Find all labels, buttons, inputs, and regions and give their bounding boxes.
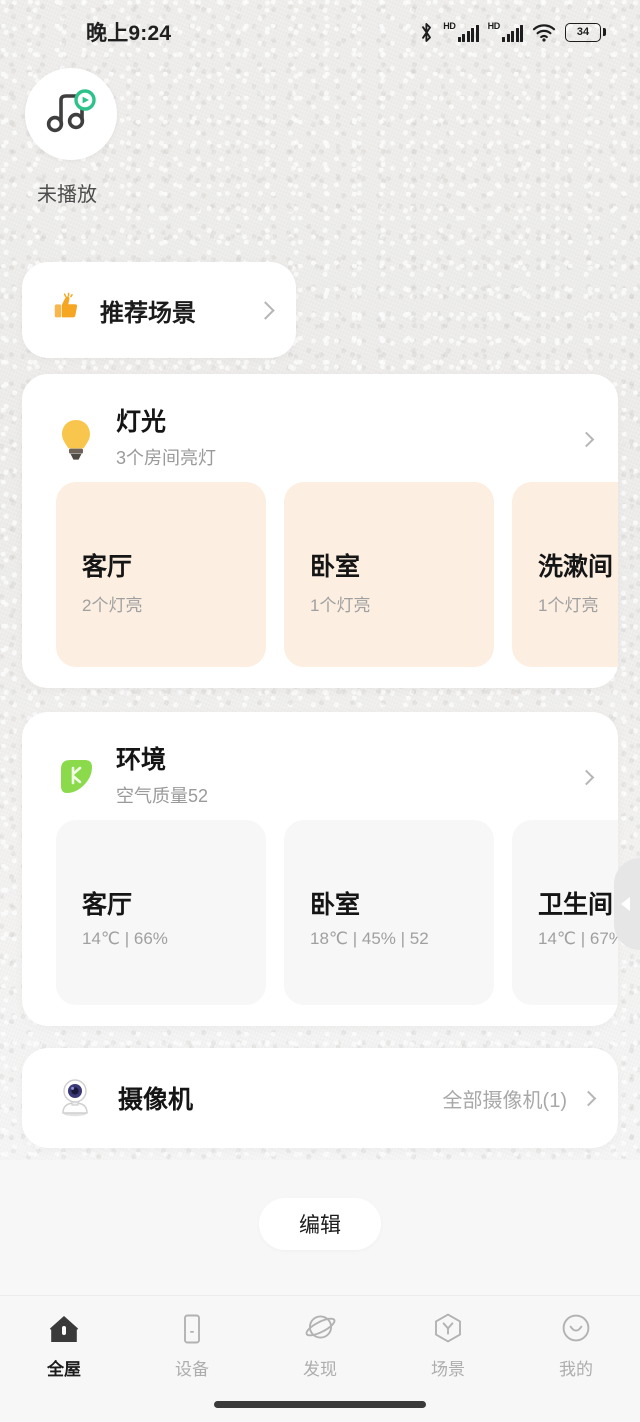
lights-card-title: 灯光 (116, 408, 167, 437)
lights-card-texts: 灯光 3个房间亮灯 (116, 408, 581, 470)
nav-item-whole-house[interactable]: 全屋 (0, 1312, 128, 1380)
recommended-scenes-card[interactable]: 推荐场景 (22, 262, 296, 358)
environment-room-name: 卫生间 (538, 891, 614, 919)
environment-room-name: 客厅 (82, 891, 133, 919)
chevron-right-icon[interactable] (580, 1090, 597, 1106)
thumbs-up-icon (50, 291, 82, 329)
wifi-icon (532, 23, 556, 42)
music-note-icon (46, 89, 96, 133)
light-room-name: 卧室 (310, 553, 361, 581)
environment-room-readings: 14℃ | 67% (538, 928, 618, 948)
hd-label-1: HD (443, 21, 456, 31)
lights-card-header[interactable]: 灯光 3个房间亮灯 (22, 374, 618, 478)
device-tablet-icon (175, 1312, 209, 1346)
recommended-scenes-label: 推荐场景 (100, 299, 196, 327)
status-bar: 晚上9:24 HD HD 34 (0, 0, 640, 64)
lights-room-tiles[interactable]: 客厅 2个灯亮 卧室 1个灯亮 洗漱间 1个灯亮 (22, 482, 618, 667)
environment-card-subtitle: 空气质量52 (116, 785, 209, 806)
light-room-tile[interactable]: 洗漱间 1个灯亮 (512, 482, 618, 667)
home-indicator[interactable] (214, 1401, 426, 1408)
environment-room-readings: 14℃ | 66% (82, 928, 168, 948)
nav-label-profile: 我的 (559, 1360, 593, 1379)
lights-card[interactable]: 灯光 3个房间亮灯 客厅 2个灯亮 卧室 1个灯亮 洗漱间 1个灯亮 (22, 374, 618, 688)
nav-item-scenes[interactable]: 场景 (384, 1312, 512, 1380)
light-room-status: 1个灯亮 (310, 595, 371, 615)
smiley-profile-icon (559, 1312, 593, 1346)
edit-button[interactable]: 编辑 (259, 1198, 381, 1250)
planet-icon (303, 1312, 337, 1346)
signal-hd-2-icon: HD (488, 22, 523, 42)
environment-card-texts: 环境 空气质量52 (116, 746, 581, 808)
environment-room-tile[interactable]: 客厅 14℃ | 66% (56, 820, 266, 1005)
nav-label-devices: 设备 (175, 1360, 209, 1379)
hexagon-scene-icon (431, 1312, 465, 1346)
music-status-label: 未播放 (37, 184, 97, 206)
camera-card[interactable]: 摄像机 全部摄像机(1) (22, 1048, 618, 1148)
environment-room-tile[interactable]: 卧室 18℃ | 45% | 52 (284, 820, 494, 1005)
environment-room-name: 卧室 (310, 891, 361, 919)
light-room-status: 2个灯亮 (82, 595, 143, 615)
music-widget[interactable]: 未播放 (25, 68, 117, 207)
light-room-tile[interactable]: 客厅 2个灯亮 (56, 482, 266, 667)
signal-hd-1-icon: HD (443, 21, 479, 42)
light-room-status: 1个灯亮 (538, 595, 599, 615)
chevron-right-icon[interactable] (578, 769, 595, 785)
environment-room-tiles[interactable]: 客厅 14℃ | 66% 卧室 18℃ | 45% | 52 卫生间 14℃ |… (22, 820, 618, 1005)
status-bar-time: 晚上9:24 (86, 22, 172, 45)
nav-label-scenes: 场景 (431, 1360, 465, 1379)
nav-item-devices[interactable]: 设备 (128, 1312, 256, 1380)
nav-label-discover: 发现 (303, 1360, 337, 1379)
nav-item-discover[interactable]: 发现 (256, 1312, 384, 1380)
environment-card[interactable]: 环境 空气质量52 客厅 14℃ | 66% 卧室 18℃ | 45% | 52… (22, 712, 618, 1026)
bluetooth-icon (422, 22, 432, 42)
light-room-name: 洗漱间 (538, 553, 614, 581)
environment-room-readings: 18℃ | 45% | 52 (310, 928, 429, 948)
triangle-left-icon (620, 897, 630, 911)
battery-icon: 34 (565, 22, 606, 42)
green-leaf-icon (52, 753, 100, 801)
hd-label-2: HD (487, 21, 501, 31)
battery-level-text: 34 (576, 25, 590, 38)
chevron-right-icon[interactable] (578, 431, 595, 447)
home-icon (47, 1312, 81, 1346)
side-panel-handle[interactable] (614, 858, 640, 950)
light-room-tile[interactable]: 卧室 1个灯亮 (284, 482, 494, 667)
environment-card-header[interactable]: 环境 空气质量52 (22, 712, 618, 816)
light-bulb-icon (52, 415, 100, 463)
environment-card-title: 环境 (116, 746, 167, 775)
nav-label-whole-house: 全屋 (47, 1360, 81, 1379)
security-camera-icon (52, 1075, 98, 1121)
status-bar-icons: HD HD 34 (419, 22, 606, 43)
music-widget-circle[interactable] (25, 68, 117, 160)
lights-card-subtitle: 3个房间亮灯 (116, 447, 217, 468)
chevron-right-icon[interactable] (256, 300, 275, 320)
camera-card-count-label: 全部摄像机(1) (442, 1089, 567, 1112)
light-room-name: 客厅 (82, 553, 133, 581)
environment-room-tile[interactable]: 卫生间 14℃ | 67% (512, 820, 618, 1005)
nav-item-profile[interactable]: 我的 (512, 1312, 640, 1380)
camera-card-title: 摄像机 (118, 1086, 194, 1114)
